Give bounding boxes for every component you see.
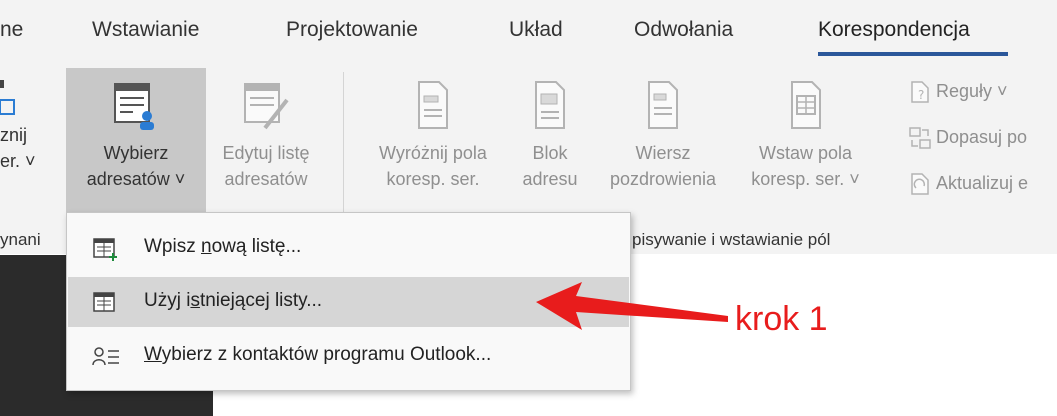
highlight-merge-fields-button[interactable]: Wyróżnij pola koresp. ser.	[358, 68, 508, 218]
address-block-button[interactable]: Blok adresu	[515, 68, 585, 218]
start-mail-merge-label-1: znij	[0, 125, 28, 145]
greeting-line-label-2: pozdrowienia	[609, 169, 717, 189]
insert-merge-field-label-1: Wstaw pola	[758, 143, 853, 163]
tab-references[interactable]: Odwołania	[634, 18, 733, 42]
insert-field-icon	[790, 81, 821, 129]
ribbon-tab-bar: ne Wstawianie Projektowanie Układ Odwoła…	[0, 0, 1057, 60]
new-list-icon	[93, 238, 117, 261]
annotation-step-label: krok 1	[735, 300, 828, 338]
insert-merge-field-button[interactable]: Wstaw pola koresp. ser. ˅	[733, 68, 878, 218]
active-tab-indicator	[818, 52, 1008, 56]
tab-mailings[interactable]: Korespondencja	[818, 18, 970, 42]
annotation-arrow-icon	[536, 282, 728, 330]
envelope-icon	[0, 80, 15, 115]
edit-list-icon	[244, 83, 289, 130]
rules-button[interactable]: ? Reguły ˅	[908, 80, 1008, 104]
edit-recipient-list-label-2: adresatów	[224, 169, 308, 189]
menu-item-type-new-list[interactable]: Wpisz nową listę...	[68, 223, 629, 273]
start-mail-merge-button-partial[interactable]: znij er. ˅	[0, 74, 60, 204]
address-block-icon	[535, 81, 565, 129]
update-labels-button[interactable]: Aktualizuj e	[908, 172, 1028, 196]
group-label-write-insert-fields: pisywanie i wstawianie pól	[632, 230, 831, 249]
greeting-line-label-1: Wiersz	[635, 143, 691, 163]
menu-item-use-existing-list-label: Użyj istniejącej listy...	[144, 290, 323, 311]
menu-item-type-new-list-label: Wpisz nową listę...	[144, 236, 302, 257]
existing-list-icon	[93, 292, 115, 312]
rules-icon: ?	[911, 81, 929, 103]
rules-label: Reguły ˅	[936, 80, 1008, 101]
start-mail-merge-label-2: er. ˅	[0, 151, 36, 171]
group-label-start-merge: ynani	[0, 230, 41, 249]
match-fields-button[interactable]: Dopasuj po	[908, 126, 1027, 150]
tab-insert[interactable]: Wstawianie	[92, 18, 199, 42]
group-separator	[343, 72, 344, 222]
menu-item-outlook-contacts[interactable]: Wybierz z kontaktów programu Outlook...	[68, 331, 629, 381]
edit-recipient-list-button[interactable]: Edytuj listę adresatów	[207, 68, 325, 218]
highlight-merge-fields-label-1: Wyróżnij pola	[379, 143, 487, 163]
select-recipients-label-2: adresatów ˅	[86, 169, 186, 189]
menu-item-outlook-contacts-label: Wybierz z kontaktów programu Outlook...	[144, 344, 492, 365]
select-recipients-button[interactable]: Wybierz adresatów ˅	[66, 68, 206, 218]
tab-layout[interactable]: Układ	[509, 18, 563, 42]
address-block-label-2: adresu	[522, 169, 578, 189]
tab-design[interactable]: Projektowanie	[286, 18, 418, 42]
tab-home-partial[interactable]: ne	[0, 18, 23, 42]
greeting-line-button[interactable]: Wiersz pozdrowienia	[598, 68, 728, 218]
match-fields-icon	[909, 127, 931, 149]
insert-merge-field-label-2: koresp. ser. ˅	[751, 169, 860, 189]
svg-text:?: ?	[918, 88, 924, 102]
highlight-merge-fields-label-2: koresp. ser.	[386, 169, 480, 189]
address-block-label-1: Blok	[532, 143, 568, 163]
highlight-fields-icon	[418, 81, 448, 129]
select-recipients-label-1: Wybierz	[103, 143, 169, 163]
update-labels-label: Aktualizuj e	[936, 172, 1029, 193]
edit-recipient-list-label-1: Edytuj listę	[222, 143, 310, 163]
contacts-list-icon	[92, 347, 119, 366]
recipient-list-icon	[114, 83, 154, 130]
greeting-line-icon	[648, 81, 678, 129]
match-fields-label: Dopasuj po	[936, 126, 1028, 147]
update-labels-icon	[911, 173, 929, 195]
